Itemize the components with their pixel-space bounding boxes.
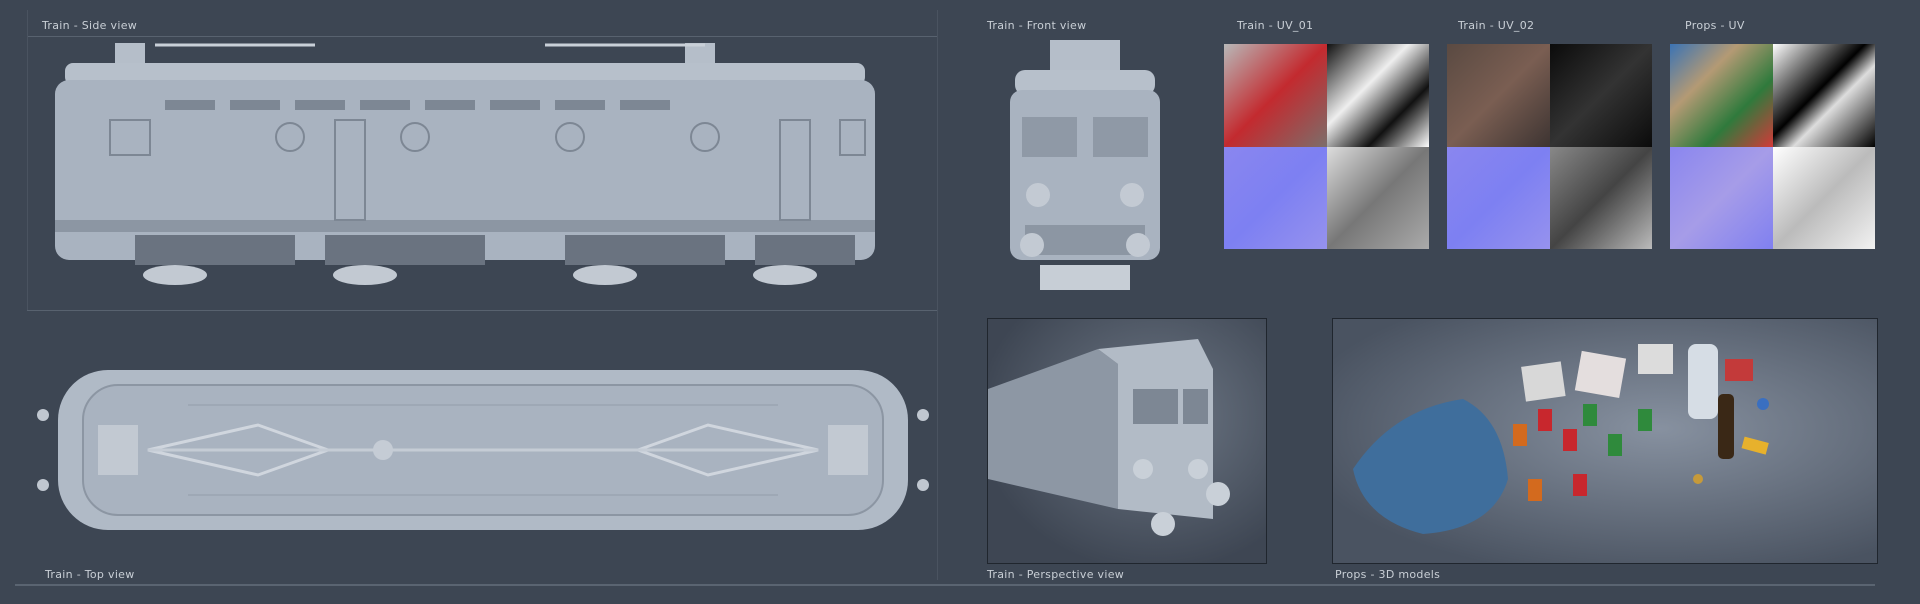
label-top-view: Train - Top view (45, 568, 135, 581)
train-perspective-view-render (987, 318, 1267, 564)
train-top-view-render (37, 370, 929, 530)
train-front-view-render (1010, 40, 1160, 290)
guide-line-middle (27, 310, 937, 311)
label-uv-02: Train - UV_02 (1458, 19, 1535, 32)
props-3d-models-render (1332, 318, 1878, 564)
uv-map-train-01 (1224, 44, 1429, 249)
props-shapes (1353, 344, 1769, 534)
label-uv-01: Train - UV_01 (1237, 19, 1314, 32)
label-side-view: Train - Side view (42, 19, 138, 32)
guide-line-bottom (15, 584, 1875, 586)
label-front-view: Train - Front view (987, 19, 1087, 32)
label-perspective-view: Train - Perspective view (987, 568, 1125, 581)
train-side-view-render (55, 43, 875, 285)
train-perspective-shape (988, 339, 1230, 536)
label-props-uv: Props - UV (1685, 19, 1745, 32)
label-props-3d: Props - 3D models (1335, 568, 1441, 581)
uv-map-props (1670, 44, 1875, 249)
uv-map-train-02 (1447, 44, 1652, 249)
